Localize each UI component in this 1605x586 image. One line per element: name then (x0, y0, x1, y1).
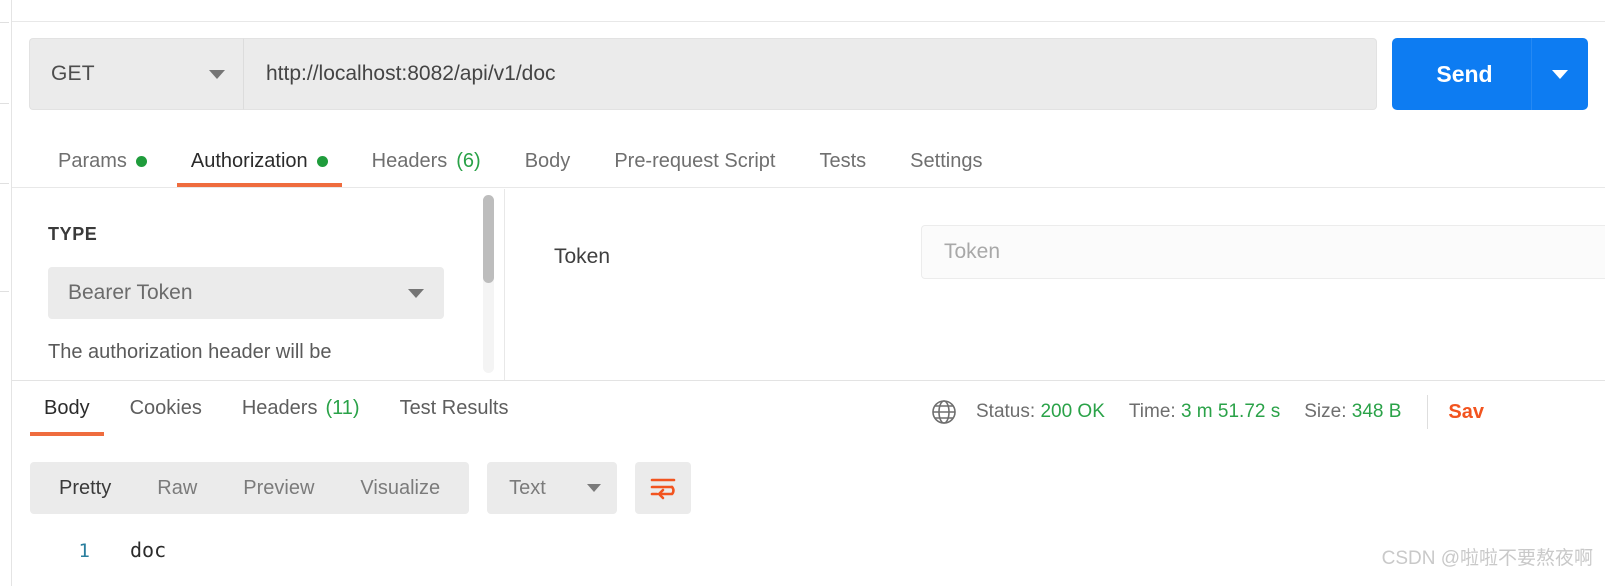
time-readout[interactable]: Time: 3 m 51.72 s (1129, 401, 1280, 423)
token-input[interactable]: Token (921, 225, 1605, 279)
chevron-down-icon (408, 288, 424, 298)
response-tab-body[interactable]: Body (24, 381, 110, 436)
tab-headers[interactable]: Headers (6) (350, 136, 503, 187)
send-button[interactable]: Send (1392, 38, 1588, 110)
auth-type-value: Bearer Token (68, 281, 193, 304)
authorization-type-column: TYPE Bearer Token The authorization head… (12, 189, 505, 380)
response-tab-headers-label: Headers (241, 397, 318, 419)
status-readout[interactable]: Status: 200 OK (976, 401, 1105, 423)
authorization-fields-column: Token Token (506, 189, 1605, 380)
send-options-button[interactable] (1531, 38, 1588, 110)
size-readout[interactable]: Size: 348 B (1304, 401, 1401, 423)
response-tab-cookies-label: Cookies (129, 397, 202, 419)
view-mode-raw[interactable]: Raw (134, 462, 220, 514)
view-mode-pretty[interactable]: Pretty (36, 462, 134, 514)
url-input[interactable]: http://localhost:8082/api/v1/doc (243, 38, 1377, 110)
line-number: 1 (78, 540, 90, 562)
word-wrap-icon (650, 478, 676, 500)
tab-body-label: Body (524, 150, 571, 172)
tab-authorization-label: Authorization (190, 150, 308, 172)
chevron-down-icon (1552, 69, 1568, 79)
watermark: CSDN @啦啦不要熬夜啊 (1381, 548, 1593, 569)
request-tab-bar: Params Authorization Headers (6) Body Pr… (12, 136, 1605, 188)
status-value: 200 OK (1040, 401, 1105, 422)
tab-headers-label: Headers (371, 150, 448, 172)
meta-divider (1427, 395, 1429, 429)
postman-request-response-view: GET http://localhost:8082/api/v1/doc Sen… (0, 0, 1605, 586)
globe-icon[interactable] (930, 398, 958, 426)
auth-help-text: The authorization header will be (48, 341, 332, 363)
tab-body[interactable]: Body (503, 136, 593, 187)
http-method-label: GET (51, 62, 95, 85)
token-field-label: Token (554, 245, 611, 268)
tab-tests-label: Tests (819, 150, 867, 172)
url-input-value: http://localhost:8082/api/v1/doc (266, 62, 556, 85)
tab-pre-request-script-label: Pre-request Script (614, 150, 776, 172)
url-bar: GET http://localhost:8082/api/v1/doc Sen… (29, 38, 1605, 110)
code-line: 1 doc (12, 538, 167, 562)
word-wrap-button[interactable] (635, 462, 692, 514)
send-button-label: Send (1436, 60, 1493, 87)
response-body-viewer[interactable]: 1 doc (12, 525, 1605, 586)
response-meta-bar: Status: 200 OK Time: 3 m 51.72 s Size: 3… (930, 392, 1484, 432)
tab-params[interactable]: Params (36, 136, 169, 187)
auth-pane-scrollbar[interactable] (483, 195, 494, 373)
time-value: 3 m 51.72 s (1180, 401, 1281, 422)
status-label: Status: (976, 401, 1036, 422)
size-label: Size: (1304, 401, 1347, 422)
response-tab-test-results[interactable]: Test Results (380, 381, 529, 436)
save-response-button[interactable]: Sav (1448, 401, 1484, 424)
size-value: 348 B (1351, 401, 1402, 422)
tab-authorization[interactable]: Authorization (169, 136, 350, 187)
response-format-select[interactable]: Text (487, 462, 618, 514)
left-rail-edge (0, 0, 12, 586)
time-label: Time: (1128, 401, 1176, 422)
tab-settings[interactable]: Settings (888, 136, 1004, 187)
modified-dot-icon (135, 156, 147, 167)
line-content: doc (130, 538, 167, 562)
tab-settings-label: Settings (910, 150, 983, 172)
response-tab-cookies[interactable]: Cookies (110, 381, 222, 436)
top-divider (12, 21, 1605, 22)
http-method-select[interactable]: GET (29, 38, 243, 110)
view-mode-preview[interactable]: Preview (220, 462, 337, 514)
tab-params-label: Params (58, 150, 127, 172)
response-tab-test-results-label: Test Results (399, 397, 509, 419)
response-body-toolbar: Pretty Raw Preview Visualize Text (30, 462, 692, 514)
response-tab-body-label: Body (44, 397, 90, 419)
modified-dot-icon (316, 156, 328, 167)
tab-pre-request-script[interactable]: Pre-request Script (592, 136, 797, 187)
response-view-mode-group: Pretty Raw Preview Visualize (30, 462, 470, 514)
auth-type-select[interactable]: Bearer Token (48, 267, 444, 319)
chevron-down-icon (587, 484, 602, 492)
tab-tests[interactable]: Tests (797, 136, 888, 187)
view-mode-visualize[interactable]: Visualize (337, 462, 463, 514)
auth-pane-scrollbar-thumb[interactable] (483, 195, 494, 283)
response-tab-headers[interactable]: Headers (11) (222, 381, 380, 436)
chevron-down-icon (209, 69, 225, 79)
response-tab-headers-count: (11) (325, 397, 360, 419)
tab-headers-count: (6) (456, 150, 481, 172)
auth-type-heading: TYPE (48, 224, 98, 244)
authorization-pane: TYPE Bearer Token The authorization head… (12, 189, 1605, 380)
token-input-placeholder: Token (944, 240, 1001, 263)
response-format-value: Text (509, 476, 546, 499)
